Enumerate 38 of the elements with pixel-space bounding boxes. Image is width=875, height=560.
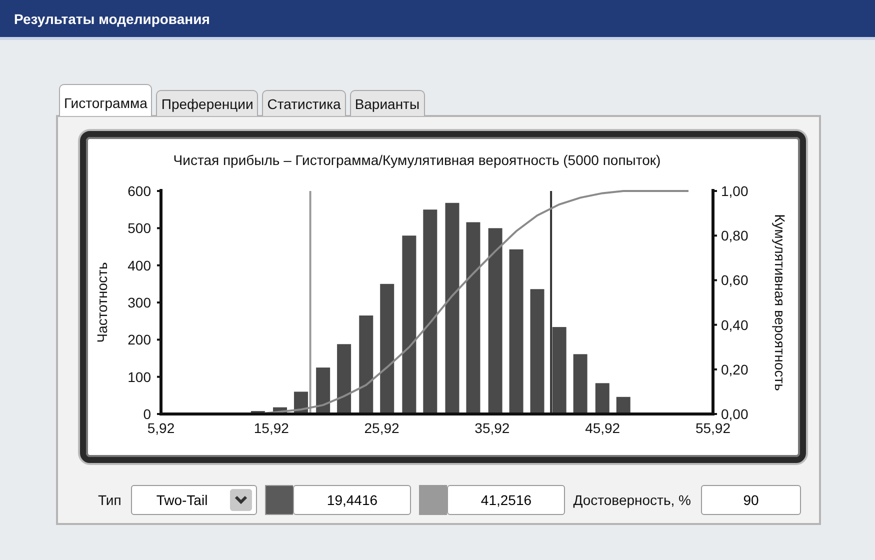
y-tick-label: 600 <box>128 183 151 199</box>
confidence-field[interactable]: 90 <box>701 485 801 515</box>
y-axis-label: Частотность <box>94 262 110 343</box>
y2-axis-label: Кумулятивная вероятность <box>772 214 788 391</box>
y2-tick-label: 0,00 <box>721 406 748 422</box>
x-tick-label: 15,92 <box>254 420 289 436</box>
x-tick-label: 25,92 <box>364 420 400 436</box>
y2-tick-label: 0,60 <box>721 272 748 288</box>
bound-field[interactable]: 19,4416 <box>293 485 412 515</box>
y-tick-label: 400 <box>128 257 151 274</box>
tab[interactable]: Статистика <box>262 90 346 116</box>
chevron-down-icon[interactable] <box>230 489 252 511</box>
histogram-bar <box>337 344 352 414</box>
y2-tick-label: 0,80 <box>721 228 748 244</box>
histogram-bar <box>316 368 330 414</box>
type-label: Тип <box>98 492 122 508</box>
tab[interactable]: Преференции <box>156 90 258 116</box>
tab[interactable]: Варианты <box>350 90 425 116</box>
header-title: Результаты моделирования <box>14 10 210 26</box>
x-tick-label: 35,92 <box>474 420 510 436</box>
tab[interactable]: Гистограмма <box>59 84 152 116</box>
y-tick-label: 200 <box>128 332 151 348</box>
y2-tick-label: 0,40 <box>721 316 748 333</box>
y-tick-label: 300 <box>128 294 151 310</box>
bound-field[interactable]: 41,2516 <box>447 485 566 515</box>
histogram-bar <box>595 383 610 414</box>
x-tick-label: 55,92 <box>695 420 731 436</box>
y-tick-label: 0 <box>143 406 151 422</box>
y2-tick-label: 0,20 <box>721 361 748 378</box>
histogram-bar <box>573 354 588 414</box>
chart-title: Чистая прибыль – Гистограмма/Кумулятивная вероятность (5000 попыток) <box>173 152 661 168</box>
y2-tick-label: 1,00 <box>721 183 748 199</box>
confidence-label: Достоверность, % <box>573 492 691 508</box>
y-tick-label: 100 <box>128 368 151 385</box>
type-dropdown[interactable]: Two-Tail <box>131 485 258 515</box>
y-tick-label: 500 <box>128 220 151 236</box>
x-tick-label: 45,92 <box>585 420 620 436</box>
x-tick-label: 5,92 <box>147 420 175 436</box>
